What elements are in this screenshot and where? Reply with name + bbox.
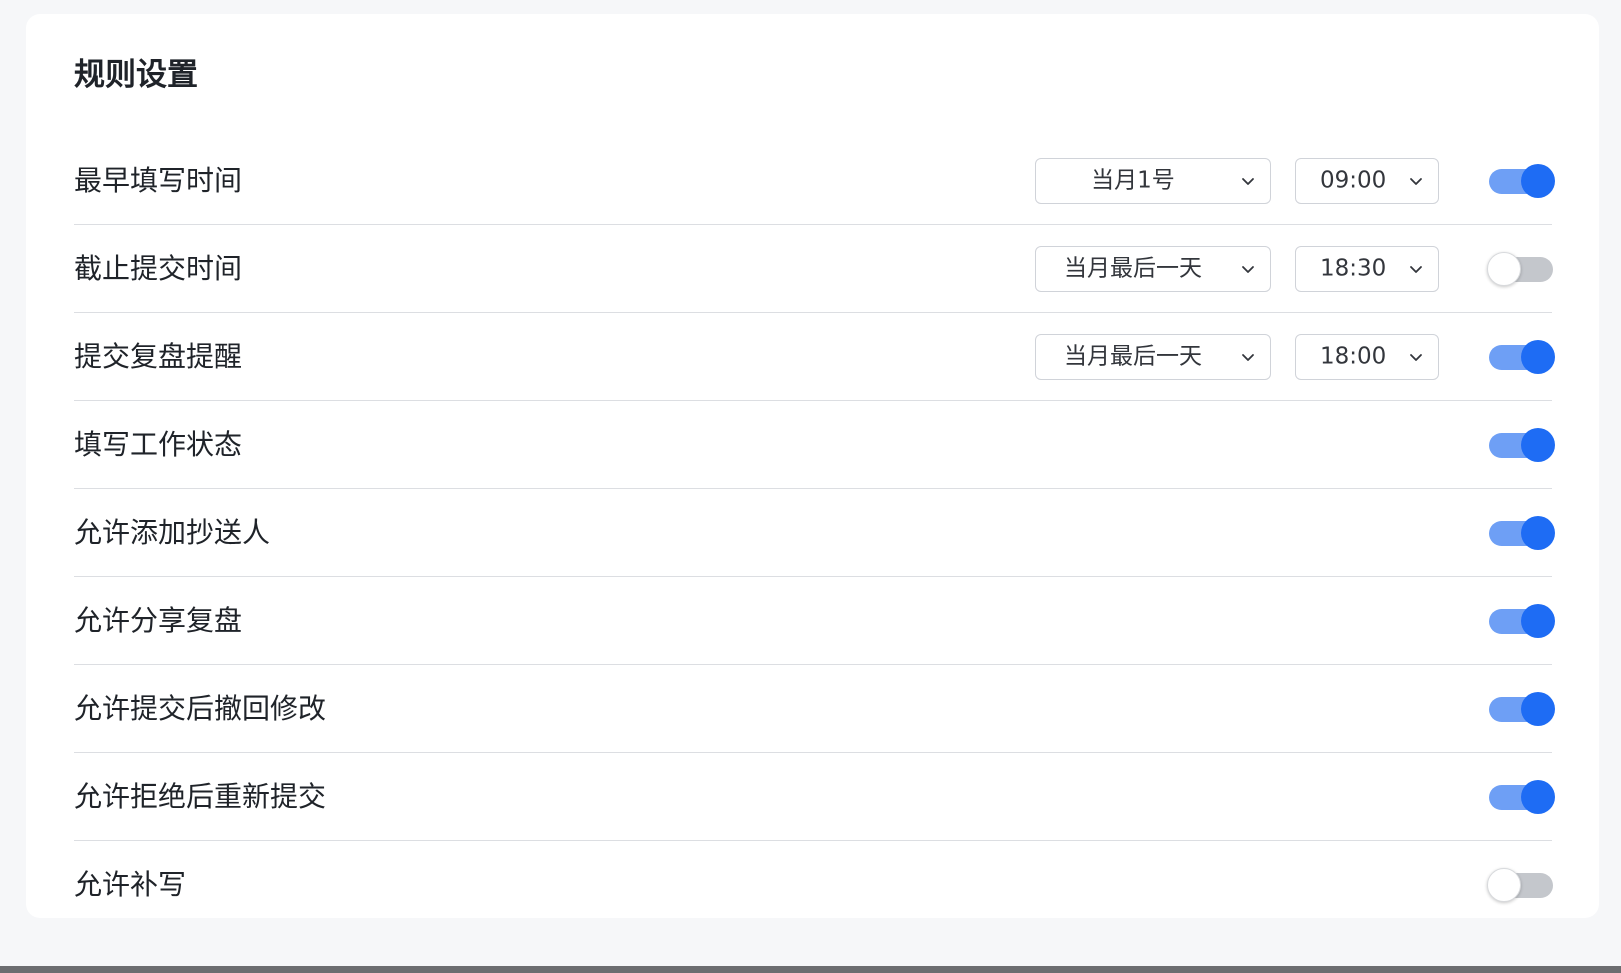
setting-label: 最早填写时间 <box>74 163 243 197</box>
settings-list: 最早填写时间 当月1号 09:00 截止提交时间 当月最后一天 18:30 提交… <box>74 137 1555 929</box>
toggle-knob <box>1521 515 1555 550</box>
chevron-down-icon <box>1410 353 1422 361</box>
toggle-switch[interactable] <box>1487 868 1555 902</box>
setting-row-backfill: 允许补写 <box>74 841 1555 929</box>
chevron-down-icon <box>1242 177 1254 185</box>
setting-row-withdraw-edit: 允许提交后撤回修改 <box>74 665 1555 753</box>
setting-label: 允许拒绝后重新提交 <box>74 779 327 813</box>
toggle-switch[interactable] <box>1487 339 1555 374</box>
toggle-switch[interactable] <box>1487 515 1555 550</box>
time-select[interactable]: 18:30 <box>1295 245 1439 292</box>
time-select[interactable]: 09:00 <box>1295 157 1439 204</box>
day-select-value: 当月最后一天 <box>1064 255 1202 281</box>
chevron-down-icon <box>1410 177 1422 185</box>
toggle-knob <box>1487 868 1521 902</box>
toggle-switch[interactable] <box>1487 603 1555 638</box>
rules-settings-card: 规则设置 最早填写时间 当月1号 09:00 截止提交时间 当月最后一天 18:… <box>26 14 1599 918</box>
setting-row-resubmit-after-reject: 允许拒绝后重新提交 <box>74 753 1555 841</box>
time-select-value: 18:00 <box>1320 343 1387 369</box>
day-select[interactable]: 当月最后一天 <box>1035 245 1271 292</box>
toggle-knob <box>1521 427 1555 462</box>
toggle-switch[interactable] <box>1487 427 1555 462</box>
time-select-value: 09:00 <box>1320 167 1387 193</box>
day-select[interactable]: 当月最后一天 <box>1035 333 1271 380</box>
toggle-knob <box>1521 603 1555 638</box>
chevron-down-icon <box>1242 353 1254 361</box>
toggle-knob <box>1487 251 1521 286</box>
time-select[interactable]: 18:00 <box>1295 333 1439 380</box>
toggle-switch[interactable] <box>1487 691 1555 726</box>
day-select-value: 当月1号 <box>1091 167 1175 193</box>
toggle-switch[interactable] <box>1487 779 1555 814</box>
setting-row-add-cc: 允许添加抄送人 <box>74 489 1555 577</box>
toggle-switch[interactable] <box>1487 251 1555 286</box>
bottom-edge-bar <box>0 966 1621 973</box>
setting-label: 允许提交后撤回修改 <box>74 691 327 725</box>
chevron-down-icon <box>1410 265 1422 273</box>
setting-label: 允许分享复盘 <box>74 603 243 637</box>
time-select-value: 18:30 <box>1320 255 1387 281</box>
setting-label: 提交复盘提醒 <box>74 339 243 373</box>
page-title: 规则设置 <box>74 57 198 93</box>
day-select-value: 当月最后一天 <box>1064 343 1202 369</box>
chevron-down-icon <box>1242 265 1254 273</box>
setting-row-review-reminder: 提交复盘提醒 当月最后一天 18:00 <box>74 313 1555 401</box>
setting-row-share-review: 允许分享复盘 <box>74 577 1555 665</box>
setting-label: 填写工作状态 <box>74 427 243 461</box>
setting-label: 允许添加抄送人 <box>74 515 271 549</box>
setting-row-work-status: 填写工作状态 <box>74 401 1555 489</box>
day-select[interactable]: 当月1号 <box>1035 157 1271 204</box>
toggle-knob <box>1521 691 1555 726</box>
setting-row-submit-deadline: 截止提交时间 当月最后一天 18:30 <box>74 225 1555 313</box>
toggle-knob <box>1521 339 1555 374</box>
setting-label: 截止提交时间 <box>74 251 243 285</box>
toggle-switch[interactable] <box>1487 163 1555 198</box>
setting-row-earliest-fill-time: 最早填写时间 当月1号 09:00 <box>74 137 1555 225</box>
toggle-knob <box>1521 779 1555 814</box>
setting-label: 允许补写 <box>74 868 187 901</box>
toggle-knob <box>1521 163 1555 198</box>
